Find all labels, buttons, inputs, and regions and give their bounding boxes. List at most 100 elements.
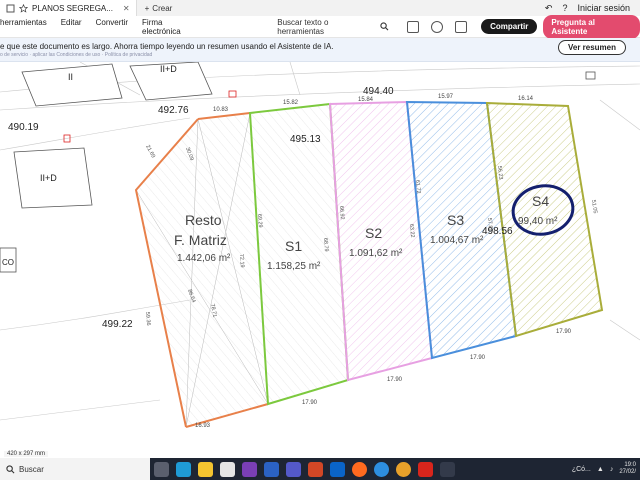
- building-code-label: II+D: [160, 64, 177, 74]
- firefox-icon[interactable]: [352, 461, 367, 477]
- parcel-s3-area: 1.004,67 m²: [430, 235, 484, 246]
- elevation-label: 499.22: [102, 319, 133, 330]
- elevation-label: 492.76: [158, 105, 189, 116]
- parcel-s4-name: S4: [532, 193, 549, 209]
- sign-in-link[interactable]: Iniciar sesión: [577, 3, 630, 13]
- window-icon: [6, 4, 15, 12]
- dimension-top: 15.82: [283, 100, 299, 106]
- dimension-side: 68.79: [322, 238, 329, 252]
- search-icon: [380, 22, 389, 31]
- banner-message: e que este documento es largo. Ahorra ti…: [0, 42, 334, 51]
- menu-item-tools[interactable]: herramientas: [0, 18, 47, 36]
- elevation-label: 498.56: [482, 226, 513, 237]
- dimension-side: 61.72: [414, 180, 421, 194]
- search-label: Buscar texto o herramientas: [277, 17, 329, 36]
- dimension-side: 21.69: [144, 144, 156, 159]
- ai-summary-banner: e que este documento es largo. Ahorra ti…: [0, 38, 640, 62]
- tray-notification[interactable]: ¿Có...: [572, 466, 591, 473]
- search-tools[interactable]: Buscar texto o herramientas: [277, 18, 389, 36]
- parcel-s2-area: 1.091,62 m²: [349, 248, 403, 259]
- edge-icon[interactable]: [176, 461, 191, 477]
- menu-item-esign[interactable]: Firma electrónica: [142, 18, 201, 36]
- dimension-bottom: 17.90: [470, 355, 486, 361]
- parcel-resto-name: Resto: [185, 212, 222, 228]
- menu-item-edit[interactable]: Editar: [61, 18, 82, 36]
- outlook-icon[interactable]: [330, 461, 345, 477]
- clock-time: 19:0: [624, 462, 636, 468]
- taskbar-apps: [154, 461, 455, 477]
- dimension-side: 51.05: [590, 199, 598, 213]
- building-code-label: CO: [2, 258, 14, 267]
- elevation-label: 490.19: [8, 122, 39, 133]
- calculator-icon[interactable]: [440, 461, 455, 477]
- dimension-bottom: 17.90: [387, 377, 403, 383]
- parcel-s1-area: 1.158,25 m²: [267, 261, 321, 272]
- app-si-icon[interactable]: [220, 461, 235, 477]
- chrome-icon[interactable]: [396, 461, 411, 477]
- share-button[interactable]: Compartir: [481, 19, 538, 34]
- system-tray: ¿Có... ▲ ♪ 19:0 27/02/: [572, 462, 640, 476]
- building-code-label: II: [68, 72, 73, 82]
- dimension-side: 69.29: [256, 214, 263, 228]
- tab-title: PLANOS SEGREGA...: [32, 3, 113, 13]
- clock-date: 27/02/: [619, 469, 636, 475]
- acrobat-icon[interactable]: [418, 461, 433, 477]
- menu-item-convert[interactable]: Convertir: [96, 18, 128, 36]
- file-explorer-icon[interactable]: [198, 461, 213, 477]
- taskbar-search-label: Buscar: [19, 464, 44, 474]
- network-icon[interactable]: ▲: [597, 466, 604, 473]
- star-icon: [19, 3, 28, 13]
- parcel-resto-area: 1.442,06 m²: [177, 253, 231, 264]
- dimension-top: 15.97: [438, 94, 454, 100]
- parcel-s1-name: S1: [285, 238, 302, 254]
- help-icon[interactable]: ?: [562, 3, 567, 13]
- onenote-icon[interactable]: [242, 461, 257, 477]
- dimension-side: 72.19: [238, 254, 245, 268]
- dimension-bottom: 17.90: [556, 329, 572, 335]
- teams-icon[interactable]: [286, 461, 301, 477]
- dimension-side: 66.92: [338, 206, 345, 220]
- elevation-label: 495.13: [290, 134, 321, 145]
- history-icon[interactable]: ↶: [545, 3, 553, 14]
- volume-icon[interactable]: ♪: [610, 466, 614, 473]
- powerpoint-icon[interactable]: [308, 461, 323, 477]
- dimension-top: 15.84: [358, 97, 374, 103]
- parcel-s3-name: S3: [447, 212, 464, 228]
- building-ii: [21, 63, 123, 107]
- parcel-s2-name: S2: [365, 225, 382, 241]
- ai-assistant-button[interactable]: Pregunta al Asistente: [543, 14, 640, 39]
- taskbar-search[interactable]: Buscar: [0, 458, 150, 480]
- menu-bar: herramientas Editar Convertir Firma elec…: [0, 18, 201, 36]
- print-icon[interactable]: [455, 20, 468, 33]
- site-plan-drawing: II II+D II+D CO 490.19 492.76 494.40 495…: [0, 62, 640, 458]
- new-tab-button[interactable]: + Crear: [137, 4, 181, 13]
- parcel-resto-fill: [136, 113, 268, 427]
- app-toolbar: herramientas Editar Convertir Firma elec…: [0, 14, 640, 39]
- view-summary-button[interactable]: Ver resumen: [557, 40, 626, 55]
- internet-explorer-icon[interactable]: [374, 461, 389, 477]
- browser-tab-bar: PLANOS SEGREGA... ✕ + Crear ↶ ? Iniciar …: [0, 0, 640, 16]
- task-view-icon[interactable]: [154, 461, 169, 477]
- dimension-bottom: 17.90: [302, 400, 318, 406]
- elevation-label: 494.40: [363, 86, 394, 97]
- plus-icon: +: [144, 3, 150, 13]
- dimension-side: 59.36: [144, 312, 151, 326]
- survey-marker: [228, 90, 237, 98]
- search-icon: [6, 464, 15, 473]
- dimension-top: 16.14: [518, 96, 534, 102]
- dimension-side: 63.22: [408, 224, 415, 238]
- bookmark-icon[interactable]: [407, 20, 420, 33]
- windows-taskbar: Buscar ¿Có... ▲ ♪ 19:0 27/02/: [0, 458, 640, 480]
- building-code-label: II+D: [40, 173, 57, 183]
- browser-tab[interactable]: PLANOS SEGREGA... ✕: [0, 0, 137, 16]
- parcel-s4-area: 99,40 m²: [518, 216, 558, 227]
- banner-subtext: o de servicio · aplicar las Condiciones …: [0, 52, 153, 58]
- word-icon[interactable]: [264, 461, 279, 477]
- page-size-indicator: 420 x 297 mm: [4, 451, 49, 457]
- close-tab-icon[interactable]: ✕: [123, 4, 130, 13]
- dimension-top: 10.83: [213, 107, 229, 113]
- upload-cloud-icon[interactable]: [431, 20, 444, 33]
- new-tab-label: Crear: [152, 3, 173, 13]
- dimension-bottom: 16.93: [195, 423, 211, 429]
- system-clock[interactable]: 19:0 27/02/: [619, 462, 636, 476]
